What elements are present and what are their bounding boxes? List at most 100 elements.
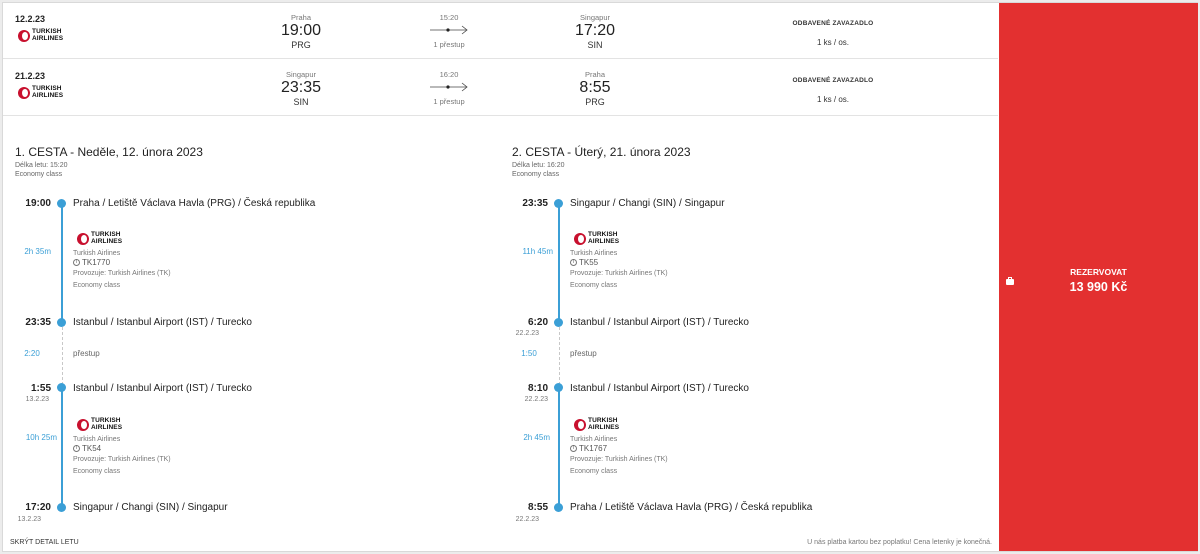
turkish-airlines-logo: TURKISH AIRLINES (574, 231, 668, 245)
stop-node (554, 383, 563, 392)
departure-code: PRG (291, 40, 311, 50)
departure-time: 23:35 (280, 79, 322, 96)
stops-count: 1 přestup (433, 40, 465, 49)
flight-duration: 15:20 (439, 13, 459, 22)
arrival-city: Singapur (579, 13, 611, 22)
airline-logo-text-2: AIRLINES (588, 423, 620, 431)
leg-title: 1. CESTA - Neděle, 12. února 2023 (15, 145, 203, 159)
departure-code: SIN (293, 97, 309, 107)
airline-logo-text-2: AIRLINES (32, 34, 64, 42)
flight-result-card: 12.2.23 TURKISH AIRLINES Praha 19:00 PRG … (2, 2, 1198, 552)
segment-duration: 11h 45m (522, 247, 553, 256)
segment-cabin: Economy class (73, 281, 121, 289)
flight-number: TK55 (579, 257, 599, 267)
turkish-airlines-logo: TURKISH AIRLINES (18, 28, 64, 42)
airline-logo-text-2: AIRLINES (588, 237, 620, 245)
stop-node (57, 199, 66, 208)
segment-info: TURKISH AIRLINES Turkish Airlines i TK55 P… (570, 231, 668, 290)
baggage-value: 1 ks / os. (816, 38, 849, 47)
stop-place: Praha / Letiště Václava Havla (PRG) / Če… (570, 502, 813, 513)
info-icon[interactable]: i (570, 445, 577, 453)
book-label: REZERVOVAT (1070, 267, 1127, 277)
stop-time: 1:55 (30, 383, 51, 394)
stop-time: 23:35 (522, 198, 548, 209)
segment-line (61, 203, 63, 321)
stop-date: 22.2.23 (524, 396, 548, 403)
info-icon[interactable]: i (73, 445, 80, 453)
airline-logo-icon (574, 232, 586, 245)
stop-node (554, 199, 563, 208)
segment-cabin: Economy class (570, 467, 618, 475)
arrival-time: 8:55 (579, 79, 611, 96)
segment-cabin: Economy class (570, 281, 618, 289)
stop-time: 19:00 (25, 198, 51, 209)
stop-node (554, 503, 563, 512)
segment-info: TURKISH AIRLINES Turkish Airlines i TK54 P… (73, 417, 171, 476)
baggage-label: ODBAVENÉ ZAVAZADLO (792, 77, 874, 84)
segment-line (558, 387, 560, 507)
segment-line (61, 387, 63, 507)
stop-place: Istanbul / Istanbul Airport (IST) / Ture… (73, 317, 252, 328)
return-summary-row[interactable]: 21.2.23 TURKISH AIRLINES Singapur 23:35 S… (3, 60, 998, 116)
airline-logo-icon (574, 418, 586, 431)
turkish-airlines-logo: TURKISH AIRLINES (18, 85, 63, 99)
arrival-code: SIN (587, 40, 603, 50)
airline-logo-text-2: AIRLINES (91, 237, 123, 245)
layover-label: přestup (73, 349, 100, 358)
hide-detail-link[interactable]: SKRÝT DETAIL LETU (10, 539, 79, 546)
layover-duration: 2:20 (24, 349, 40, 358)
layover-line (62, 327, 63, 385)
airline-logo-icon (18, 86, 30, 99)
turkish-airlines-logo: TURKISH AIRLINES (77, 231, 171, 245)
stop-date: 22.2.23 (515, 330, 539, 337)
leg-outbound: 1. CESTA - Neděle, 12. února 2023 Délka … (3, 143, 493, 533)
stop-place: Singapur / Changi (SIN) / Singapur (73, 502, 228, 513)
airline-logo-icon (77, 232, 89, 245)
segment-operator: Provozuje: Turkish Airlines (TK) (73, 456, 171, 463)
stops-count: 1 přestup (433, 97, 465, 106)
leg-cabin-class: Economy class (512, 171, 560, 178)
segment-operator: Provozuje: Turkish Airlines (TK) (73, 270, 171, 277)
segment-cabin: Economy class (73, 467, 121, 475)
stop-node (57, 503, 66, 512)
leg-title: 2. CESTA - Úterý, 21. února 2023 (512, 145, 691, 159)
stop-node (57, 383, 66, 392)
outbound-date: 12.2.23 (15, 14, 46, 24)
stop-time: 17:20 (25, 502, 51, 513)
turkish-airlines-logo: TURKISH AIRLINES (574, 417, 668, 431)
arrival-city: Praha (584, 70, 605, 79)
stop-node (57, 318, 66, 327)
segment-info: TURKISH AIRLINES Turkish Airlines i TK1767… (570, 417, 668, 476)
outbound-summary-row[interactable]: 12.2.23 TURKISH AIRLINES Praha 19:00 PRG … (3, 3, 998, 59)
airline-logo-icon (18, 29, 30, 42)
departure-city: Praha (290, 13, 311, 22)
leg-return: 2. CESTA - Úterý, 21. února 2023 Délka l… (500, 143, 990, 533)
leg-flight-length: Délka letu: 15:20 (15, 162, 68, 169)
flight-detail-panel: 12.2.23 TURKISH AIRLINES Praha 19:00 PRG … (3, 3, 998, 551)
stop-time: 23:35 (25, 317, 51, 328)
leg-cabin-class: Economy class (15, 171, 63, 178)
return-date: 21.2.23 (15, 71, 46, 81)
arrival-code: PRG (585, 97, 605, 107)
stop-date: 13.2.23 (17, 516, 41, 523)
stop-time: 6:20 (527, 317, 548, 328)
stop-time: 8:10 (527, 383, 548, 394)
stop-place: Istanbul / Istanbul Airport (IST) / Ture… (73, 383, 252, 394)
airline-logo-text-2: AIRLINES (91, 423, 123, 431)
flight-number: TK1770 (82, 257, 111, 267)
arrival-time: 17:20 (574, 22, 616, 39)
segment-line (558, 203, 560, 321)
book-price: 13 990 Kč (1069, 280, 1128, 294)
airline-logo-icon (77, 418, 89, 431)
info-icon[interactable]: i (570, 259, 577, 267)
info-icon[interactable]: i (73, 259, 80, 267)
baggage-value: 1 ks / os. (816, 95, 849, 104)
baggage-label: ODBAVENÉ ZAVAZADLO (792, 20, 874, 27)
stop-date: 13.2.23 (25, 396, 49, 403)
book-button[interactable]: REZERVOVAT 13 990 Kč (999, 3, 1198, 551)
turkish-airlines-logo: TURKISH AIRLINES (77, 417, 171, 431)
flight-number: TK1767 (579, 443, 608, 453)
route-arrow-icon (430, 82, 468, 92)
stop-place: Praha / Letiště Václava Havla (PRG) / Če… (73, 198, 316, 209)
segment-duration: 2h 35m (24, 247, 51, 256)
